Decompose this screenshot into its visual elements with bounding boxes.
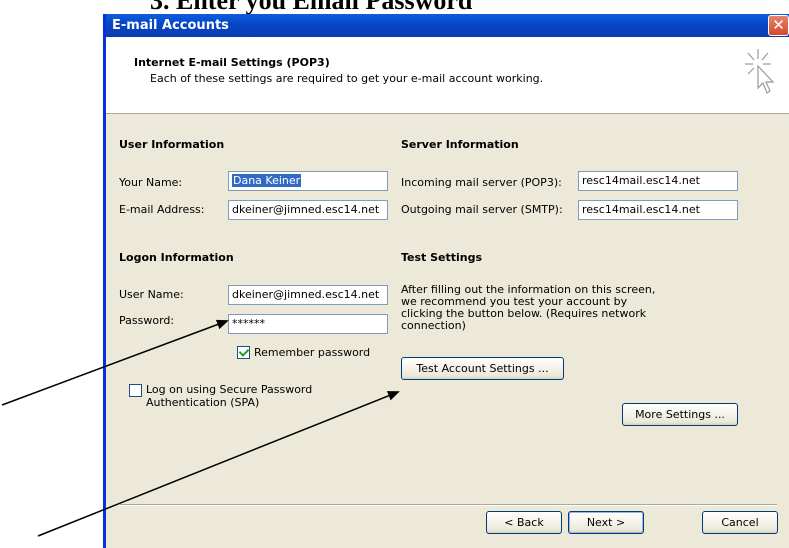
annotation-arrows bbox=[1, 319, 400, 537]
arrow-to-password bbox=[1, 319, 229, 406]
arrow-to-test-button bbox=[37, 391, 400, 537]
